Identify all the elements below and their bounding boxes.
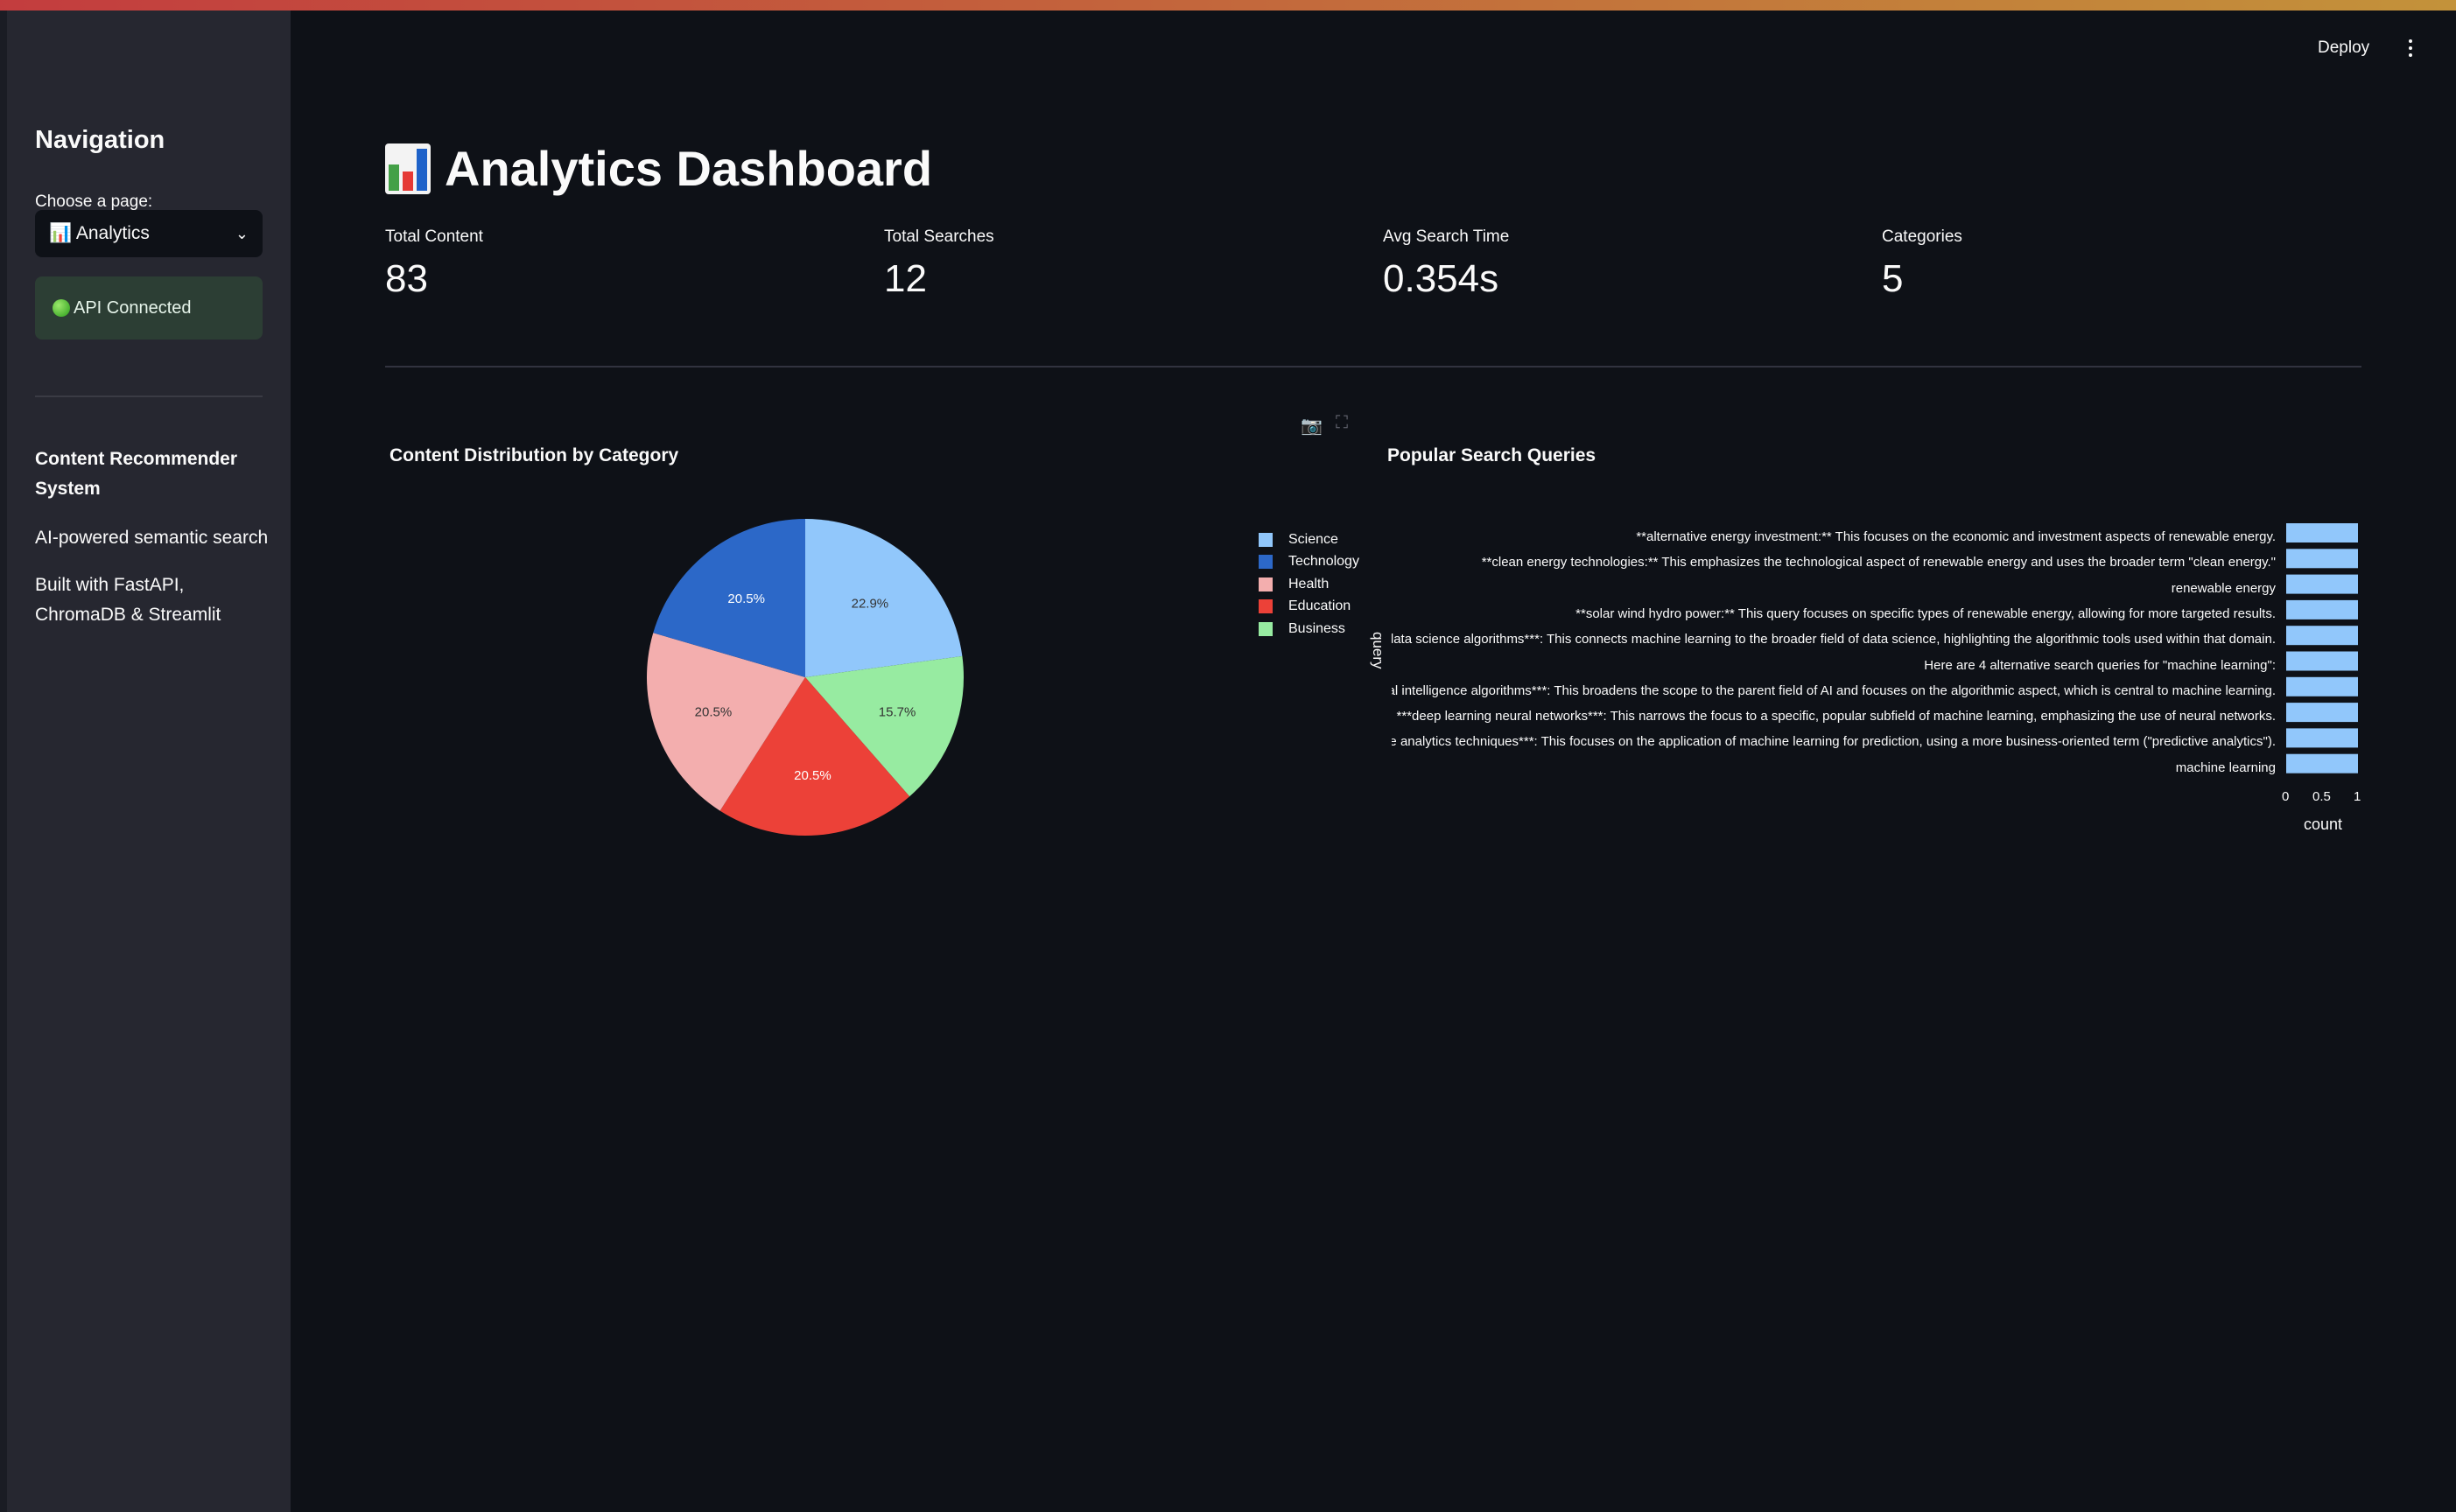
legend-label: Education: [1288, 598, 1351, 614]
page-select[interactable]: 📊 Analytics ⌄: [35, 210, 263, 257]
api-status-alert: API Connected: [35, 276, 263, 340]
metric-categories: Categories 5: [1882, 228, 2337, 301]
legend-swatch: [1259, 532, 1273, 547]
bar-y-tick-label: machine learning: [2175, 760, 2276, 775]
pie-data-label: 20.5%: [695, 704, 733, 719]
bar-y-axis-title: query: [1370, 632, 1386, 669]
bar-y-tick-label: **clean energy technologies:** This emph…: [1481, 555, 2276, 570]
bar-x-axis-title: count: [2304, 816, 2343, 833]
bar[interactable]: [2286, 599, 2358, 620]
sidebar-divider: [35, 396, 263, 397]
main-menu-icon[interactable]: [2403, 35, 2417, 61]
page-select-label: Choose a page:: [35, 192, 153, 211]
legend-swatch: [1259, 555, 1273, 570]
bar[interactable]: [2286, 523, 2358, 542]
top-decoration-bar: [0, 0, 2456, 10]
legend-item-education[interactable]: Education: [1259, 596, 1359, 619]
legend-label: Health: [1288, 576, 1330, 592]
legend-item-health[interactable]: Health: [1259, 573, 1359, 596]
green-circle-icon: [53, 299, 70, 317]
chevron-down-icon: ⌄: [235, 224, 249, 242]
bar[interactable]: [2286, 549, 2358, 569]
app-tagline: AI-powered semantic search: [35, 528, 269, 548]
metric-value: 5: [1882, 257, 1904, 300]
sidebar-title: Navigation: [35, 126, 165, 154]
metrics-divider: [385, 366, 2361, 368]
sidebar: Navigation Choose a page: 📊 Analytics ⌄ …: [7, 10, 291, 1512]
legend-label: Science: [1288, 531, 1338, 547]
metric-label: Categories: [1882, 228, 1962, 246]
bar-chart-title: Popular Search Queries: [1387, 445, 1596, 466]
metric-value: 12: [884, 257, 927, 300]
bar[interactable]: [2286, 676, 2358, 696]
pie-chart-title: Content Distribution by Category: [389, 445, 679, 466]
pie-data-label: 20.5%: [727, 592, 765, 606]
metric-label: Avg Search Time: [1383, 228, 1510, 246]
bar[interactable]: [2286, 651, 2358, 671]
bar-y-tick-label: renewable energy: [2171, 580, 2276, 596]
legend-label: Technology: [1288, 554, 1359, 570]
page-select-value: 📊 Analytics: [49, 223, 150, 243]
fullscreen-icon[interactable]: ⛶: [1336, 413, 1348, 433]
legend-item-technology[interactable]: Technology: [1259, 551, 1359, 574]
bar-y-tick-label: **alternative energy investment:** This …: [1636, 529, 2276, 544]
pie-data-label: 20.5%: [794, 768, 832, 783]
window-edge: [0, 10, 7, 1512]
metric-label: Total Content: [385, 228, 483, 246]
legend-swatch: [1259, 621, 1273, 636]
bar-x-tick: 1: [2354, 789, 2361, 804]
page-title: Analytics Dashboard: [385, 140, 932, 197]
bar-y-tick-labels: **alternative energy investment:** This …: [1392, 522, 2276, 780]
page-title-text: Analytics Dashboard: [445, 141, 933, 196]
bar-y-tick-label: ***artificial intelligence algorithms***…: [1392, 682, 2276, 698]
metric-value: 83: [385, 257, 428, 300]
metric-avg-search-time: Avg Search Time 0.354s: [1383, 228, 1838, 301]
bar[interactable]: [2286, 703, 2358, 723]
metric-label: Total Searches: [884, 228, 994, 246]
bar-y-tick-label: Here are 4 alternative search queries fo…: [1924, 657, 2276, 673]
pie-data-label: 22.9%: [852, 597, 889, 612]
bar[interactable]: [2286, 626, 2358, 646]
metric-total-content: Total Content 83: [385, 228, 840, 301]
bar-chart: [2286, 523, 2358, 774]
bar[interactable]: [2286, 753, 2358, 774]
bar-x-tick: 0.5: [2312, 789, 2331, 804]
metric-value: 0.354s: [1383, 257, 1499, 300]
deploy-button[interactable]: Deploy: [2318, 38, 2369, 58]
bar-y-tick-label: ***predictive analytics techniques***: T…: [1392, 734, 2276, 750]
legend-item-business[interactable]: Business: [1259, 618, 1359, 640]
bar-y-tick-label: ***data science algorithms***: This conn…: [1392, 632, 2276, 648]
legend-item-science[interactable]: Science: [1259, 528, 1359, 551]
bar[interactable]: [2286, 574, 2358, 594]
bar-x-tick: 0: [2282, 789, 2290, 804]
built-with-text: Built with FastAPI, ChromaDB & Streamlit: [35, 575, 221, 625]
metric-total-searches: Total Searches 12: [884, 228, 1339, 301]
app-name: Content Recommender System: [35, 449, 238, 499]
pie-legend: Science Technology Health Education Business: [1259, 528, 1359, 640]
pie-chart: 22.9% 15.7% 20.5% 20.5% 20.5%: [647, 519, 964, 836]
legend-label: Business: [1288, 620, 1345, 636]
legend-swatch: [1259, 577, 1273, 592]
bar-y-tick-label: **solar wind hydro power:** This query f…: [1575, 606, 2276, 621]
bar-chart-icon: [385, 143, 431, 194]
pie-data-label: 15.7%: [879, 704, 916, 719]
bar[interactable]: [2286, 728, 2358, 748]
legend-swatch: [1259, 599, 1273, 614]
bar-y-tick-label: ***deep learning neural networks***: Thi…: [1396, 709, 2276, 724]
api-status-text: API Connected: [74, 298, 192, 318]
camera-icon[interactable]: 📷: [1301, 415, 1323, 437]
